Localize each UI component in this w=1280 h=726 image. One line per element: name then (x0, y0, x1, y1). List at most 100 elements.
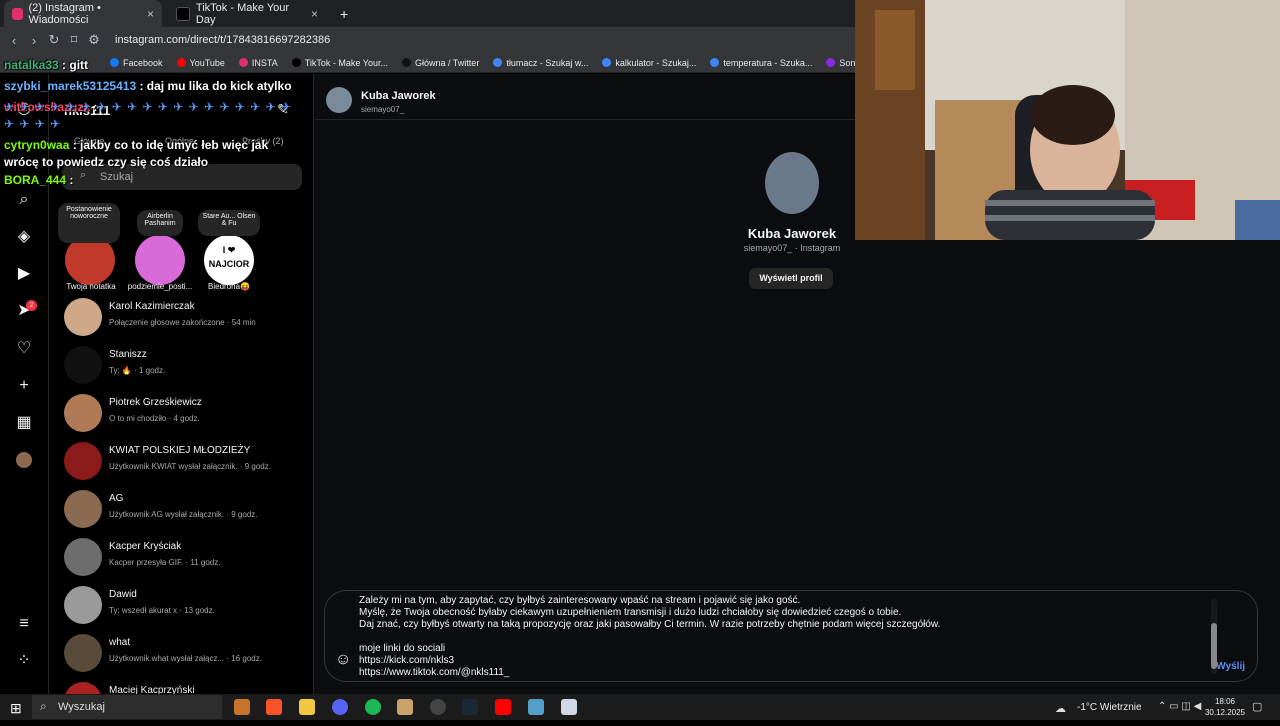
bookmark-favicon-icon (826, 58, 836, 67)
discord-icon[interactable] (332, 699, 348, 715)
conversation-row[interactable]: KWIAT POLSKIEJ MŁODZIEŻY Użytkownik KWIAT… (64, 442, 304, 486)
conversation-row[interactable]: Kacper Kryściak Kacper przesyła GIF. · 11… (64, 538, 304, 582)
send-button[interactable]: Wyślij (1216, 661, 1245, 672)
weather-icon[interactable]: ☁ (1055, 702, 1066, 715)
instagram-favicon-icon (12, 7, 23, 20)
chat-username: natalka33 (4, 58, 59, 72)
reels-icon[interactable]: ▶ (14, 264, 34, 284)
bookmark-favicon-icon (493, 58, 503, 67)
message-draft-line: Zależy mi na tym, aby zapytać, czy byłby… (359, 595, 801, 606)
bookmark-item[interactable]: TikTok - Make Your... (291, 58, 388, 68)
note-bubble[interactable]: Postanowienie noworoczne (58, 203, 120, 243)
bookmark-label: kalkulator - Szukaj... (615, 57, 697, 68)
conversation-preview: Ty: 🔥 · 1 godz. (109, 366, 166, 375)
new-tab-button[interactable]: + (332, 0, 352, 27)
bookmark-label: Główna / Twitter (414, 57, 480, 68)
forward-icon[interactable]: › (24, 33, 44, 48)
search-icon: ⌕ (40, 699, 47, 713)
bookmark-item[interactable]: temperatura - Szuka... (710, 58, 812, 68)
bookmark-label: INSTA (251, 57, 278, 68)
windows-start-icon[interactable]: ⊞ (10, 700, 22, 717)
conversation-name: KWIAT POLSKIEJ MŁODZIEŻY (109, 445, 251, 456)
conversation-row[interactable]: Dawid Ty: wszedł akurat x · 13 godz. (64, 586, 304, 630)
file-explorer-icon[interactable] (299, 699, 315, 715)
view-profile-button[interactable]: Wyświetl profil (749, 268, 833, 289)
note-bubble[interactable]: Stare Au... Olsen & Fu (198, 210, 260, 236)
spotify-icon[interactable] (365, 699, 381, 715)
conversation-row[interactable]: Piotrek Grześkiewicz O to mi chodziło · 4… (64, 394, 304, 438)
bookmark-favicon-icon (176, 58, 186, 67)
dashboard-icon[interactable]: ▦ (14, 413, 34, 433)
notification-badge: 2 (26, 300, 37, 311)
conversation-name: Kacper Kryściak (109, 541, 182, 552)
clock-time[interactable]: 18:06 (1205, 697, 1245, 706)
najcior-note-avatar[interactable]: I ❤ NAJCIOR (204, 235, 254, 285)
menu-icon[interactable]: ≡ (14, 614, 34, 634)
steam-icon[interactable] (462, 699, 478, 715)
obs-icon[interactable] (430, 699, 446, 715)
conversation-row[interactable]: Karol Kazimierczak Połączenie głosowe zak… (64, 298, 304, 342)
conversation-row[interactable]: AG Użytkownik AG wysłał załącznik. · 9 go… (64, 490, 304, 534)
conversation-preview: Ty: wszedł akurat x · 13 godz. (109, 606, 215, 615)
emote-strip: ✈ ✈ ✈ ✈ ✈ ✈ ✈ ✈ ✈ ✈ ✈ ✈ ✈ ✈ ✈ ✈ ✈ ✈ ✈ (4, 100, 293, 114)
bookmark-favicon-icon (238, 58, 248, 67)
bookmark-icon[interactable]: ⌑ (64, 32, 84, 48)
profile-photo[interactable] (765, 152, 819, 214)
chat-header-avatar[interactable] (326, 87, 352, 113)
bookmark-label: Facebook (123, 57, 163, 68)
site-info-icon[interactable]: ⚙ (84, 32, 104, 48)
app-icon[interactable] (397, 699, 413, 715)
app-icon[interactable] (528, 699, 544, 715)
notepad-icon[interactable] (561, 699, 577, 715)
create-icon[interactable]: + (14, 376, 34, 396)
explore-icon[interactable]: ◈ (14, 227, 34, 247)
close-tab-icon[interactable]: × (147, 7, 154, 21)
chat-username: szybki_marek53125413 (4, 79, 137, 93)
message-draft-line: Daj znać, czy byłbyś otwarty na taką pro… (359, 619, 941, 630)
heart-icon[interactable]: ♡ (14, 339, 34, 359)
reload-icon[interactable]: ↻ (44, 32, 64, 48)
taskbar-search-input[interactable]: ⌕ Wyszukaj (32, 695, 222, 719)
conversation-name: Staniszz (109, 349, 147, 360)
message-composer[interactable]: ☺ Wyślij Zależy mi na tym, aby zapytać, … (324, 590, 1258, 682)
note-avatar[interactable] (135, 235, 185, 285)
conversation-name: what (109, 637, 131, 648)
brave-icon[interactable] (266, 699, 282, 715)
bookmark-item[interactable]: Główna / Twitter (401, 57, 480, 68)
chat-header-name[interactable]: Kuba Jaworek (361, 90, 436, 102)
profile-avatar[interactable] (16, 452, 32, 468)
bookmark-item[interactable]: INSTA (238, 57, 278, 68)
conversation-row[interactable]: what Użytkownik what wysłał załącz... · 1… (64, 634, 304, 678)
app-icon[interactable] (234, 699, 250, 715)
tray-icons[interactable]: ⌃ ▭ ◫ ◀ (1158, 701, 1201, 712)
search-placeholder: Szukaj (100, 171, 134, 183)
emote-strip: ✈ ✈ ✈ ✈ (4, 117, 62, 131)
composer-scrollbar[interactable] (1211, 599, 1217, 674)
apps-icon[interactable]: ⁘ (14, 651, 34, 671)
bookmark-item[interactable]: kalkulator - Szukaj... (602, 58, 696, 68)
bookmark-item[interactable]: Facebook (110, 58, 163, 68)
back-icon[interactable]: ‹ (4, 33, 24, 48)
youtube-icon[interactable] (495, 699, 511, 715)
conversation-name: Karol Kazimierczak (109, 301, 195, 312)
conversation-row[interactable]: Staniszz Ty: 🔥 · 1 godz. (64, 346, 304, 390)
conversation-name: Piotrek Grześkiewicz (109, 397, 202, 408)
weather-text[interactable]: -1°C Wietrznie (1077, 702, 1142, 713)
url-field[interactable]: instagram.com/direct/t/17843816697282386 (115, 34, 330, 46)
close-tab-icon[interactable]: × (311, 7, 318, 21)
tiktok-favicon-icon (176, 6, 190, 21)
tab-instagram[interactable]: (2) Instagram • Wiadomości × (4, 0, 162, 27)
search-icon[interactable]: ⌕ (14, 190, 34, 210)
bookmark-item[interactable]: tłumacz - Szukaj w... (493, 58, 588, 68)
taskbar-search-placeholder: Wyszukaj (58, 701, 105, 713)
tab-tiktok[interactable]: TikTok - Make Your Day × (168, 0, 326, 27)
avatar (64, 538, 102, 576)
chat-text: : gitt (62, 58, 89, 72)
note-bubble[interactable]: Airberlin Pashanim (137, 210, 183, 236)
chat-header-handle: siemayo07_ (361, 105, 405, 114)
bookmark-item[interactable]: YouTube (176, 58, 225, 68)
clock-date[interactable]: 30.12.2025 (1200, 708, 1250, 717)
note-label: podziemie_posti... (127, 282, 193, 291)
notifications-icon[interactable]: ▢ (1252, 700, 1262, 713)
emoji-icon[interactable]: ☺ (335, 651, 351, 669)
